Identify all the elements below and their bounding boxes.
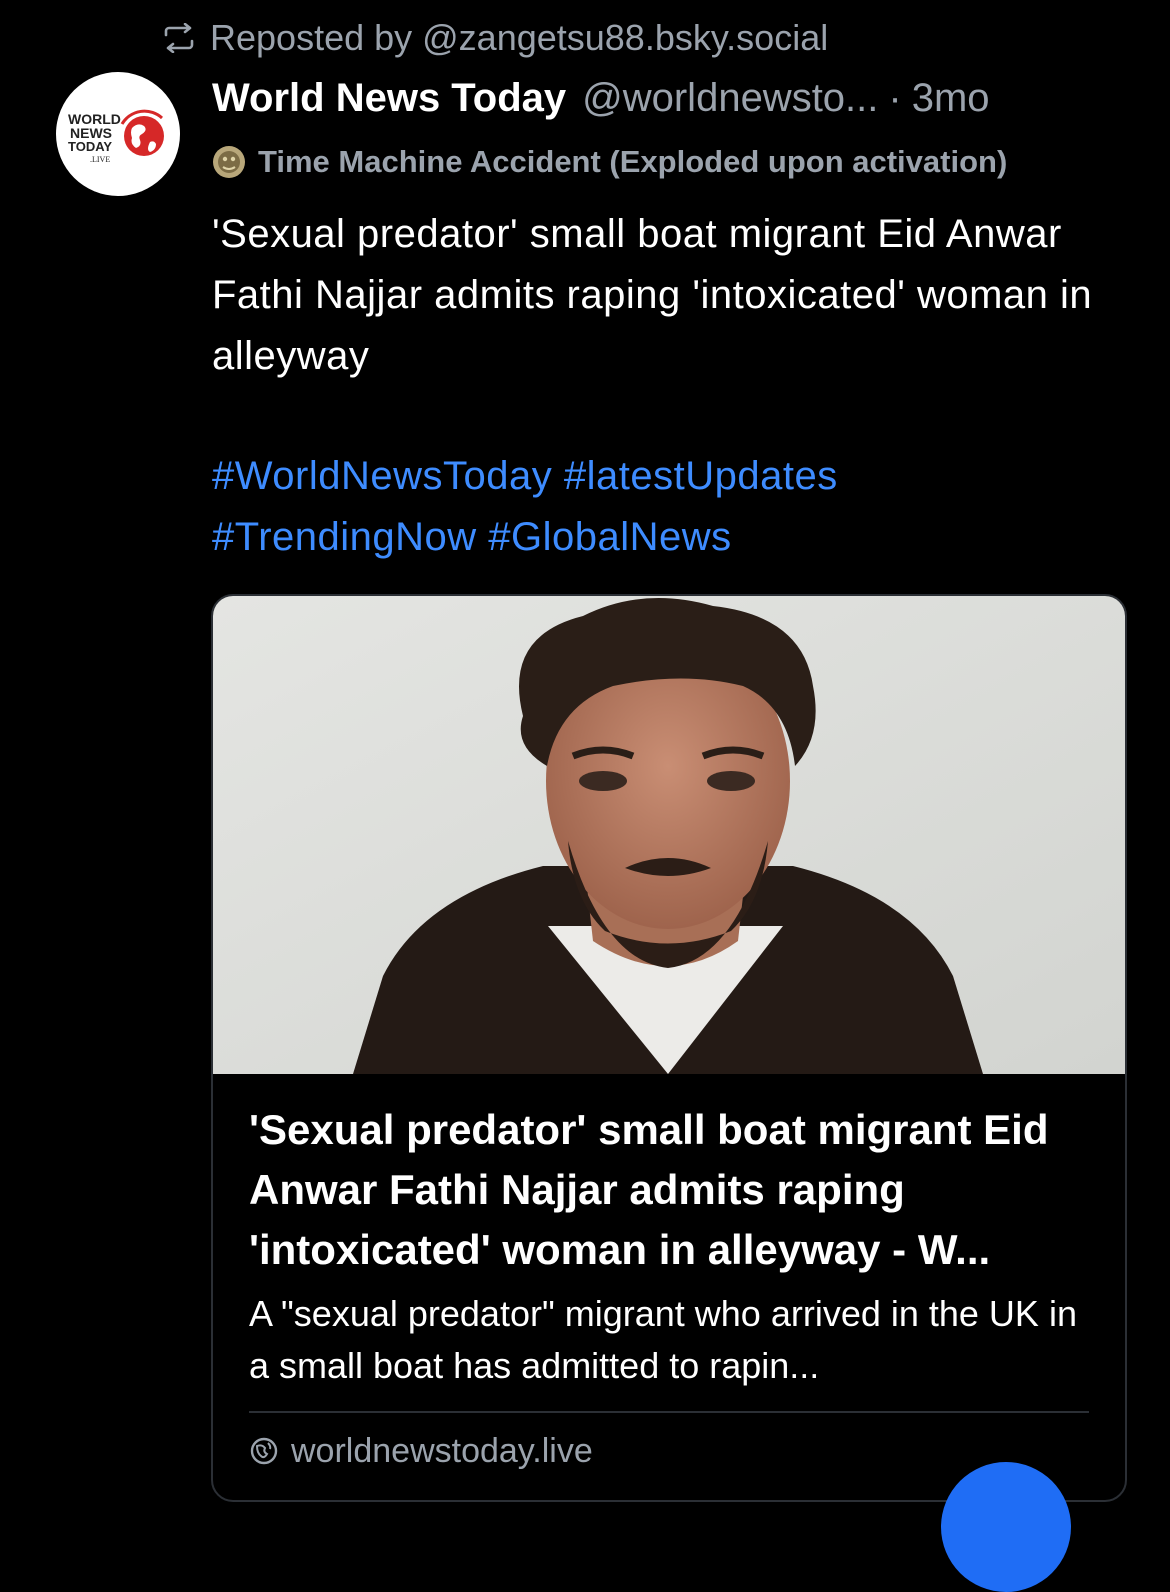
avatar-line-4: .LIVE (90, 155, 110, 164)
content-label[interactable]: Time Machine Accident (Exploded upon act… (212, 140, 1007, 184)
globe-logo-icon (120, 109, 164, 156)
link-preview-title[interactable]: 'Sexual predator' small boat migrant Eid… (249, 1100, 1089, 1280)
hashtag-globalnews[interactable]: #GlobalNews (488, 515, 731, 559)
repost-text[interactable]: Reposted by @zangetsu88.bsky.social (210, 17, 828, 59)
link-preview-description: A "sexual predator" migrant who arrived … (249, 1293, 1077, 1386)
globe-icon (250, 1437, 278, 1465)
repost-icon (164, 23, 194, 53)
author-avatar[interactable]: WORLD NEWS TODAY .LIVE (56, 72, 180, 196)
author-name[interactable]: World News Today (212, 76, 566, 121)
link-preview-domain: worldnewstoday.live (291, 1431, 593, 1470)
post-body: 'Sexual predator' small boat migrant Eid… (212, 212, 1093, 378)
author-handle[interactable]: @worldnewsto... (582, 76, 878, 121)
repost-indicator[interactable]: Reposted by @zangetsu88.bsky.social (162, 14, 828, 62)
hashtag-latestupdates[interactable]: #latestUpdates (564, 454, 838, 498)
separator-dot: · (888, 75, 902, 120)
link-preview-source[interactable]: worldnewstoday.live (249, 1428, 593, 1474)
hashtag-list: #WorldNewsToday #latestUpdates #Trending… (212, 446, 1112, 568)
post-header: World News Today @worldnewsto... · 3mo (212, 70, 1142, 126)
link-preview-card[interactable]: 'Sexual predator' small boat migrant Eid… (211, 594, 1127, 1502)
card-divider (249, 1411, 1089, 1413)
content-label-text: Time Machine Accident (Exploded upon act… (258, 144, 1008, 179)
hashtag-trendingnow[interactable]: #TrendingNow (212, 515, 477, 559)
hashtag-worldnewstoday[interactable]: #WorldNewsToday (212, 454, 552, 498)
avatar-line-3: TODAY (68, 139, 112, 154)
label-badge-icon (213, 146, 245, 178)
link-preview-image (213, 596, 1125, 1074)
post-age[interactable]: 3mo (912, 76, 990, 121)
compose-fab-button[interactable] (941, 1462, 1071, 1592)
